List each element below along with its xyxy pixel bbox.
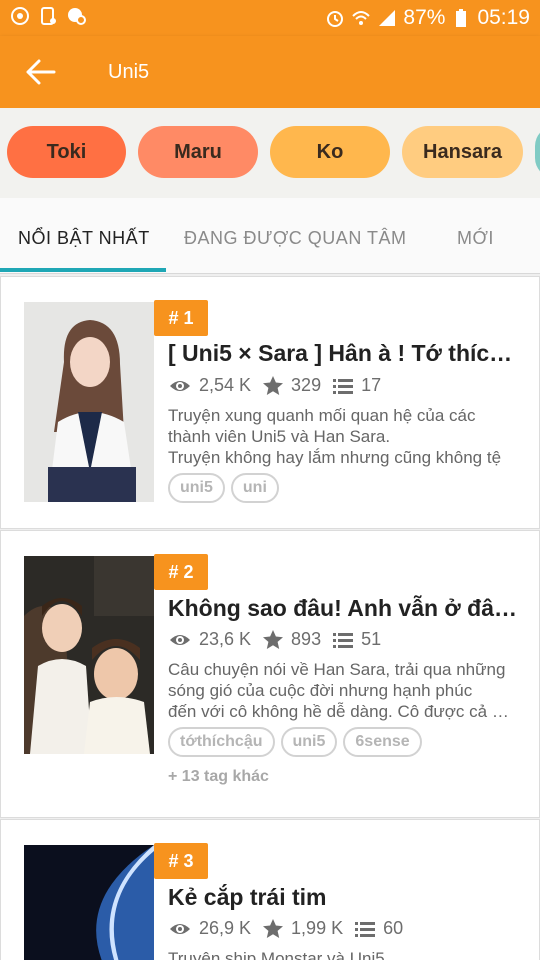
chip-partial[interactable]: [535, 126, 540, 178]
story-description: Câu chuyện nói về Han Sara, trải qua nhữ…: [168, 660, 518, 721]
tag-chip[interactable]: uni5: [280, 727, 338, 757]
rank-badge: # 1: [154, 300, 208, 336]
chip-ko[interactable]: Ko: [270, 126, 390, 178]
star-icon: [263, 376, 284, 395]
tab-popular[interactable]: ĐANG ĐƯỢC QUAN TÂM: [184, 228, 407, 249]
tag-chip[interactable]: 6sense: [343, 727, 422, 757]
alarm-icon: [325, 8, 345, 28]
story-card[interactable]: # 2 Không sao đâu! Anh vẫn ở đây mà 23,6…: [0, 530, 540, 818]
story-list: # 1 [ Uni5 × Sara ] Hân à ! Tớ thích cậu…: [0, 276, 540, 960]
star-icon: [263, 630, 284, 649]
page-title: Uni5: [108, 61, 150, 83]
tag-chip[interactable]: uni: [230, 473, 279, 503]
story-stats: 26,9 K 1,99 K 60: [169, 918, 415, 939]
story-title[interactable]: [ Uni5 × Sara ] Hân à ! Tớ thích cậu: [168, 340, 518, 367]
more-tags-link[interactable]: + 13 tag khác: [168, 768, 269, 786]
wifi-icon: [351, 8, 371, 28]
story-description: Truyện xung quanh mối quan hệ của các th…: [168, 406, 502, 467]
tag-chip-row: Toki Maru Ko Hansara: [0, 108, 540, 198]
story-description: Truyện ship Monstar và Uni5: [168, 949, 385, 960]
eye-icon: [170, 923, 190, 934]
status-bar: 87% 05:19: [0, 0, 540, 36]
story-title[interactable]: Không sao đâu! Anh vẫn ở đây mà: [168, 595, 518, 622]
tab-indicator: [0, 268, 166, 272]
story-stats: 2,54 K 329 17: [169, 375, 393, 396]
sync-icon: [10, 6, 30, 26]
rank-badge: # 2: [154, 554, 208, 590]
vote-count: 1,99 K: [291, 918, 344, 938]
story-tags: uni5 uni: [168, 473, 279, 503]
story-cover: [24, 302, 154, 502]
story-card[interactable]: # 3 Kẻ cắp trái tim 26,9 K 1,99 K 60 Tru…: [0, 819, 540, 960]
app-bar: Uni5: [0, 36, 540, 108]
eye-icon: [170, 380, 190, 391]
clock: 05:19: [477, 6, 530, 29]
read-count: 23,6 K: [199, 629, 252, 649]
chip-maru[interactable]: Maru: [138, 126, 258, 178]
signal-icon: [377, 8, 397, 28]
read-count: 2,54 K: [199, 375, 252, 395]
chip-toki[interactable]: Toki: [7, 126, 126, 178]
phone-notification-icon: [38, 6, 58, 26]
eye-icon: [170, 634, 190, 645]
part-count: 17: [361, 375, 382, 395]
tab-bar: NỔI BẬT NHẤT ĐANG ĐƯỢC QUAN TÂM MỚI: [0, 198, 540, 274]
chip-hansara[interactable]: Hansara: [402, 126, 523, 178]
back-button[interactable]: [24, 56, 58, 88]
tag-chip[interactable]: uni5: [168, 473, 225, 503]
list-icon: [355, 921, 376, 937]
story-cover: [24, 556, 154, 754]
battery-percent: 87%: [403, 6, 446, 29]
list-icon: [333, 378, 354, 394]
vote-count: 329: [291, 375, 322, 395]
list-icon: [333, 632, 354, 648]
story-card[interactable]: # 1 [ Uni5 × Sara ] Hân à ! Tớ thích cậu…: [0, 276, 540, 529]
part-count: 60: [383, 918, 404, 938]
battery-icon: [451, 8, 471, 28]
story-cover: [24, 845, 154, 960]
story-stats: 23,6 K 893 51: [169, 629, 393, 650]
star-icon: [263, 919, 284, 938]
arrow-left-icon: [26, 59, 56, 85]
rank-badge: # 3: [154, 843, 208, 879]
story-tags: tớthíchcậu uni5 6sense: [168, 727, 422, 757]
vote-count: 893: [291, 629, 322, 649]
tag-chip[interactable]: tớthíchcậu: [168, 727, 275, 757]
chat-notification-icon: [66, 6, 86, 26]
read-count: 26,9 K: [199, 918, 252, 938]
story-title[interactable]: Kẻ cắp trái tim: [168, 884, 518, 911]
tab-new[interactable]: MỚI: [457, 228, 494, 249]
part-count: 51: [361, 629, 382, 649]
tab-trending[interactable]: NỔI BẬT NHẤT: [18, 228, 150, 249]
